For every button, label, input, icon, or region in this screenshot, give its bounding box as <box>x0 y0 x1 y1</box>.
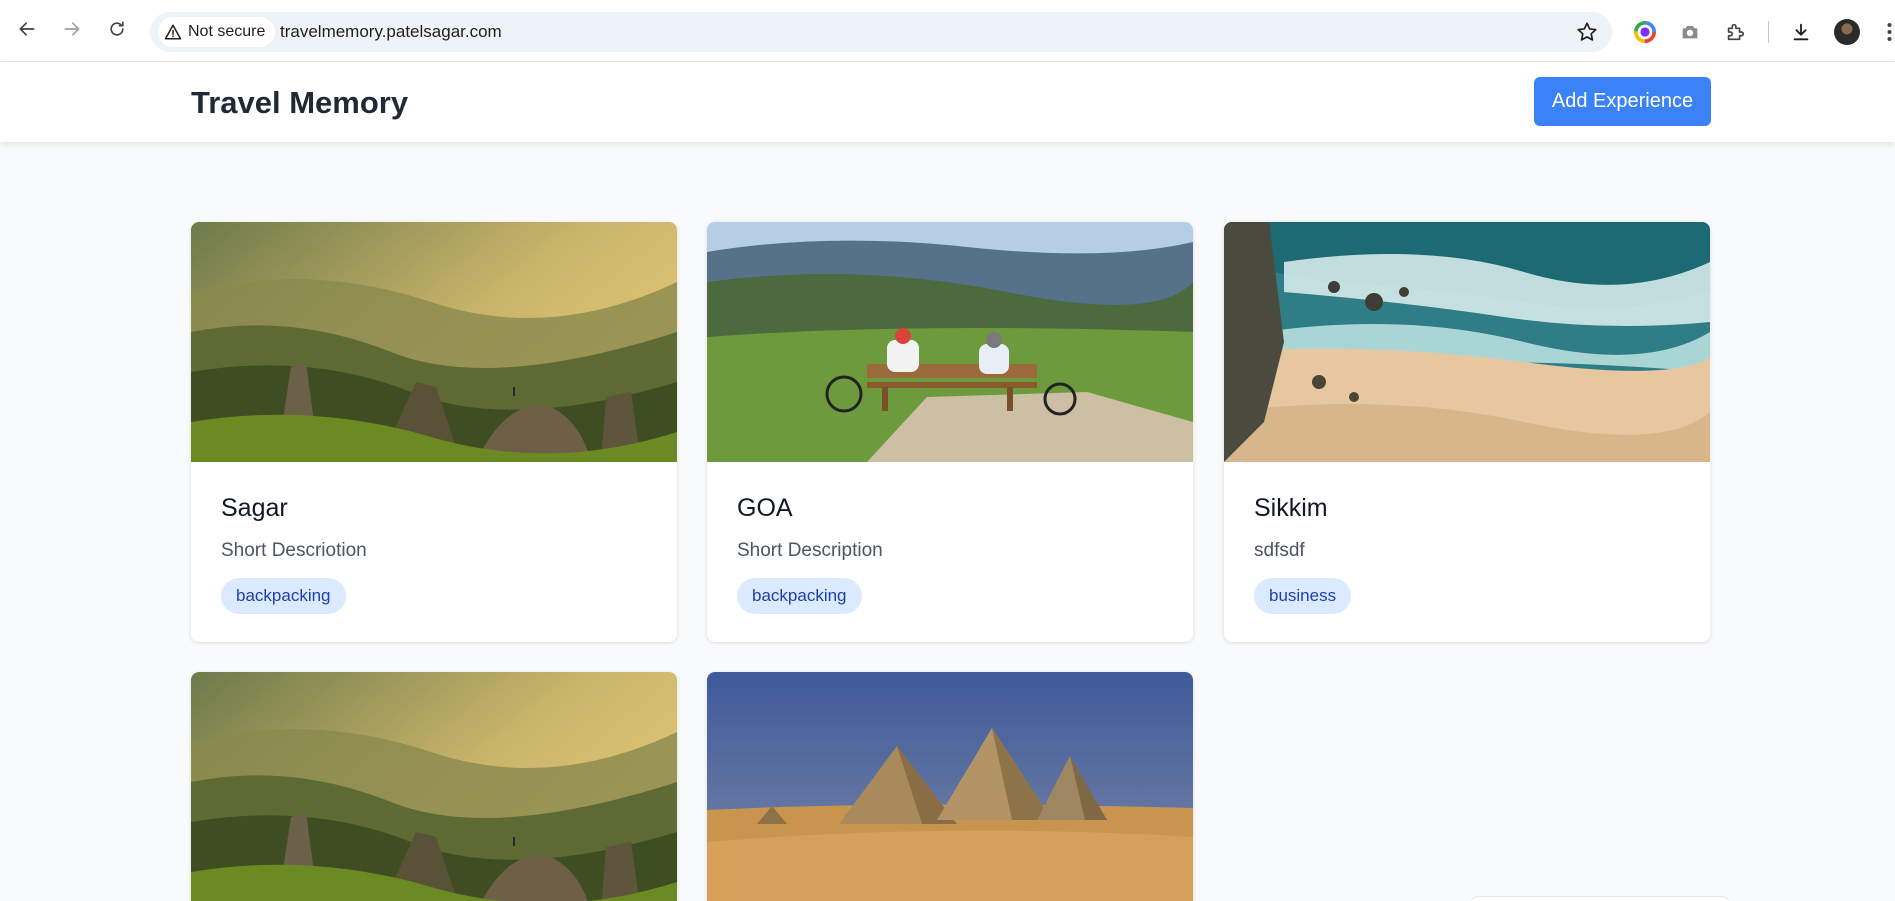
download-icon <box>1793 23 1809 41</box>
url-text[interactable]: travelmemory.patelsagar.com <box>280 22 502 42</box>
floating-panel-edge <box>1470 896 1730 901</box>
mountain-valley-image <box>191 672 677 901</box>
card-image <box>191 222 677 462</box>
card-image <box>707 222 1193 462</box>
card-tag: business <box>1254 578 1352 614</box>
warning-triangle-icon <box>164 24 182 40</box>
app-header: Travel Memory Add Experience <box>0 62 1895 142</box>
experience-card[interactable]: GOA Short Description backpacking <box>707 222 1193 642</box>
color-wheel-icon <box>1634 21 1656 43</box>
card-description: Short Descriotion <box>221 540 367 561</box>
puzzle-piece-icon <box>1727 23 1745 41</box>
card-description: Short Description <box>737 540 883 561</box>
security-label: Not secure <box>188 23 266 40</box>
card-tag: backpacking <box>737 578 862 614</box>
reload-button[interactable] <box>103 15 131 43</box>
cyclists-bench-image <box>707 222 1193 462</box>
card-title: GOA <box>737 494 793 522</box>
mountain-valley-image <box>191 222 677 462</box>
bookmark-star-icon[interactable] <box>1576 21 1598 43</box>
arrow-left-icon <box>19 22 35 36</box>
card-title: Sagar <box>221 494 288 522</box>
card-tag: backpacking <box>221 578 346 614</box>
add-experience-button[interactable]: Add Experience <box>1534 77 1711 126</box>
forward-button[interactable] <box>58 15 86 43</box>
experience-card[interactable] <box>191 672 677 901</box>
card-description: sdfsdf <box>1254 540 1305 561</box>
more-vert-icon[interactable] <box>1884 20 1895 44</box>
extensions-button[interactable] <box>1722 19 1748 45</box>
experience-card[interactable]: Sagar Short Descriotion backpacking <box>191 222 677 642</box>
experience-card[interactable]: Sikkim sdfsdf business <box>1224 222 1710 642</box>
address-bar[interactable]: Not secure travelmemory.patelsagar.com <box>150 12 1612 52</box>
card-image <box>707 672 1193 901</box>
pyramids-image <box>707 672 1193 901</box>
card-title: Sikkim <box>1254 494 1328 522</box>
aerial-beach-image <box>1224 222 1710 462</box>
browser-toolbar: Not secure travelmemory.patelsagar.com <box>0 0 1895 62</box>
downloads-button[interactable] <box>1788 19 1814 45</box>
profile-avatar[interactable] <box>1834 19 1860 45</box>
extension-screenshot-button[interactable] <box>1677 19 1703 45</box>
card-image <box>1224 222 1710 462</box>
app-title[interactable]: Travel Memory <box>191 85 408 121</box>
back-button[interactable] <box>13 15 41 43</box>
experience-card[interactable] <box>707 672 1193 901</box>
reload-icon <box>110 21 124 36</box>
toolbar-divider <box>1768 21 1769 43</box>
security-indicator[interactable]: Not secure <box>158 17 276 47</box>
extension-color-picker-button[interactable] <box>1632 19 1658 45</box>
card-image <box>191 672 677 901</box>
arrow-right-icon <box>64 22 80 36</box>
camera-icon <box>1682 26 1698 39</box>
